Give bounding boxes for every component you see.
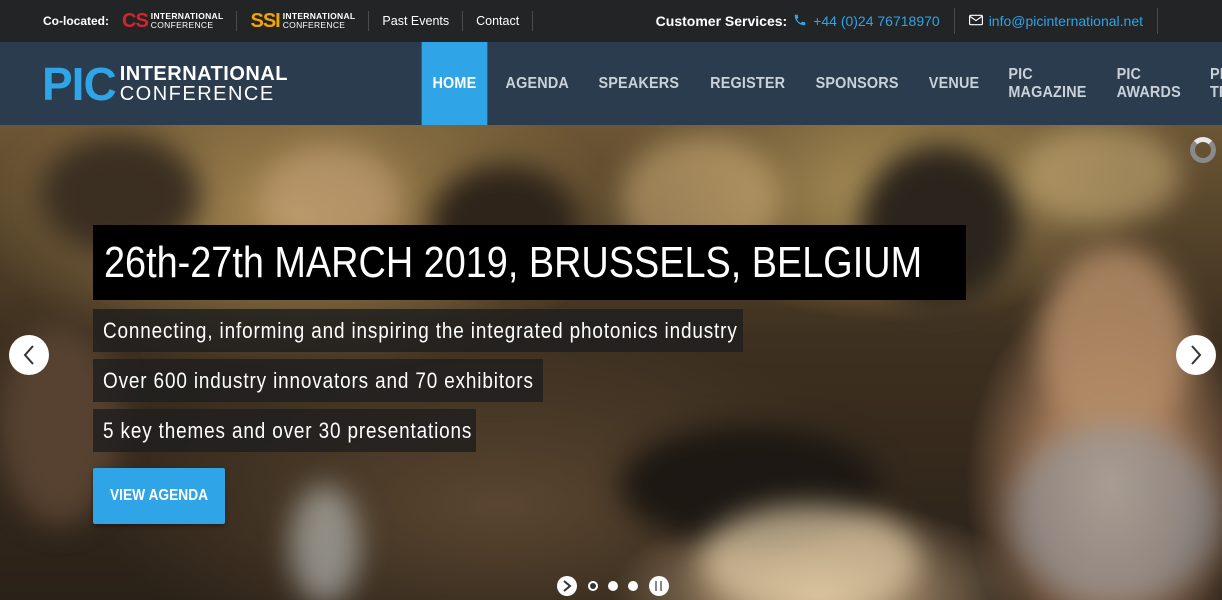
past-events-link[interactable]: Past Events xyxy=(382,14,449,28)
divider xyxy=(236,11,238,31)
cs-logo-text: INTERNATIONAL CONFERENCE xyxy=(151,12,224,30)
nav-item-home[interactable]: HOME xyxy=(421,42,488,125)
background-photo-blur xyxy=(290,485,360,600)
email-link[interactable]: info@picinternational.net xyxy=(989,13,1143,29)
hero-line-1-text: Connecting, informing and inspiring the … xyxy=(103,317,738,343)
top-bar: Co-located: CS INTERNATIONAL CONFERENCE … xyxy=(0,0,1222,42)
brand-text: INTERNATIONAL CONFERENCE xyxy=(120,64,288,104)
ssi-conference-logo[interactable]: SSI INTERNATIONAL CONFERENCE xyxy=(250,0,355,42)
colocated-label: Co-located: xyxy=(43,14,109,28)
background-photo-blur xyxy=(700,505,920,600)
mail-icon xyxy=(968,13,983,29)
contact-link[interactable]: Contact xyxy=(476,14,519,28)
hero-line-1: Connecting, informing and inspiring the … xyxy=(93,309,743,352)
nav-item-venue[interactable]: VENUE xyxy=(919,42,989,125)
view-agenda-button[interactable]: VIEW AGENDA xyxy=(93,468,225,524)
nav-item-sponsors[interactable]: SPONSORS xyxy=(806,42,909,125)
ssi-logo-text: INTERNATIONAL CONFERENCE xyxy=(283,12,356,30)
nav-menu: HOME AGENDA SPEAKERS REGISTER SPONSORS V… xyxy=(418,42,1222,125)
nav-item-pic-awards[interactable]: PIC AWARDS xyxy=(1106,42,1190,125)
nav-item-pic-training[interactable]: PIC TRAINING xyxy=(1200,42,1222,125)
brand-line1: INTERNATIONAL xyxy=(119,63,289,85)
divider xyxy=(368,11,370,31)
hero-headline-text: 26th-27th MARCH 2019, BRUSSELS, BELGIUM xyxy=(104,237,923,287)
divider xyxy=(953,8,955,34)
cs-logo-abbr: CS xyxy=(122,9,149,32)
nav-item-register[interactable]: REGISTER xyxy=(700,42,795,125)
cs-logo-line2: CONFERENCE xyxy=(150,20,214,30)
ssi-logo-line2: CONFERENCE xyxy=(282,20,346,30)
hero-line-3: 5 key themes and over 30 presentations xyxy=(93,409,476,452)
slide-dot-3[interactable] xyxy=(628,581,638,591)
nav-item-agenda[interactable]: AGENDA xyxy=(495,42,578,125)
divider xyxy=(1157,8,1158,34)
hero-headline: 26th-27th MARCH 2019, BRUSSELS, BELGIUM xyxy=(93,225,967,300)
play-icon[interactable] xyxy=(557,576,577,596)
customer-services-label: Customer Services: xyxy=(655,13,788,29)
nav-item-speakers[interactable]: SPEAKERS xyxy=(589,42,689,125)
pic-logo[interactable]: PIC INTERNATIONAL CONFERENCE xyxy=(42,58,288,110)
ssi-logo-abbr: SSI xyxy=(250,9,280,32)
pause-icon[interactable] xyxy=(649,576,669,596)
customer-services: Customer Services: +44 (0)24 76718970 in… xyxy=(656,0,1172,42)
background-photo-blur xyxy=(1020,125,1180,225)
divider xyxy=(532,11,534,31)
hero-line-2: Over 600 industry innovators and 70 exhi… xyxy=(93,359,543,402)
phone-icon xyxy=(793,13,807,30)
divider xyxy=(462,11,464,31)
chevron-right-icon[interactable] xyxy=(1176,335,1216,375)
cs-conference-logo[interactable]: CS INTERNATIONAL CONFERENCE xyxy=(122,0,223,42)
brand-abbr: PIC xyxy=(42,58,117,110)
background-photo-blur xyxy=(1010,425,1220,600)
hero-line-2-text: Over 600 industry innovators and 70 exhi… xyxy=(103,367,534,393)
slide-dot-2[interactable] xyxy=(608,581,618,591)
background-photo-blur xyxy=(1040,245,1190,445)
brand-line2: CONFERENCE xyxy=(119,83,275,105)
main-navbar: PIC INTERNATIONAL CONFERENCE HOME AGENDA… xyxy=(0,42,1222,125)
loading-spinner-icon xyxy=(1190,137,1216,163)
slider-pagination xyxy=(557,576,669,596)
hero-line-3-text: 5 key themes and over 30 presentations xyxy=(103,417,473,443)
nav-item-pic-magazine[interactable]: PIC MAGAZINE xyxy=(998,42,1096,125)
phone-link[interactable]: +44 (0)24 76718970 xyxy=(813,13,940,29)
colocated-events: Co-located: CS INTERNATIONAL CONFERENCE … xyxy=(43,0,546,42)
hero-slider: 26th-27th MARCH 2019, BRUSSELS, BELGIUM … xyxy=(0,125,1222,600)
view-agenda-label: VIEW AGENDA xyxy=(109,487,209,504)
slide-dot-1[interactable] xyxy=(588,581,598,591)
chevron-left-icon[interactable] xyxy=(9,335,49,375)
